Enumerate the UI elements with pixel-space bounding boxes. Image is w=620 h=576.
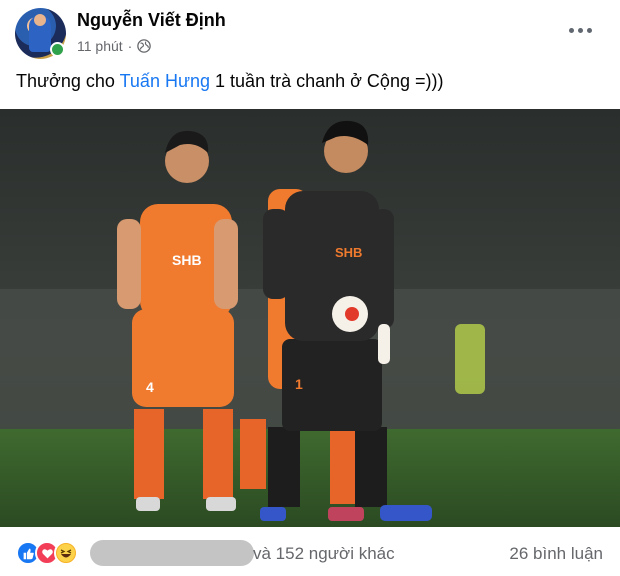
svg-text:SHB: SHB	[172, 252, 202, 268]
post-footer: và 152 người khác 26 bình luận	[0, 527, 620, 576]
caption-mention-link[interactable]: Tuấn Hưng	[120, 71, 210, 91]
post-meta: 11 phút ·	[77, 38, 152, 54]
haha-icon	[54, 541, 78, 565]
meta-separator: ·	[127, 38, 133, 54]
reaction-icons[interactable]	[16, 541, 78, 565]
online-status-indicator	[50, 42, 65, 57]
reaction-count-text[interactable]: và 152 người khác	[253, 544, 395, 564]
reactor-names-blurred	[90, 540, 254, 566]
photo-pitch	[0, 429, 620, 527]
caption-text-before: Thưởng cho	[16, 71, 120, 91]
svg-text:4: 4	[146, 379, 154, 395]
facebook-post: Nguyễn Viết Định 11 phút · Thưởng cho Tu…	[0, 0, 620, 576]
post-timestamp[interactable]: 11 phút	[77, 38, 123, 54]
comment-count-link[interactable]: 26 bình luận	[509, 544, 603, 564]
avatar-head	[34, 14, 46, 26]
svg-text:SHB: SHB	[335, 245, 362, 260]
caption-text-after: 1 tuần trà chanh ở Cộng =)))	[210, 71, 444, 91]
post-photo[interactable]: SHB 4 SHB 1	[0, 109, 620, 527]
author-name[interactable]: Nguyễn Viết Định	[77, 10, 226, 31]
post-header: Nguyễn Viết Định 11 phút ·	[0, 0, 620, 62]
globe-icon[interactable]	[137, 39, 152, 53]
post-caption: Thưởng cho Tuấn Hưng 1 tuần trà chanh ở …	[16, 71, 443, 92]
more-options-icon[interactable]	[568, 20, 592, 40]
photo-scene: SHB 4 SHB 1	[0, 109, 620, 527]
svg-text:1: 1	[295, 376, 303, 392]
photo-bg-person	[455, 324, 485, 394]
